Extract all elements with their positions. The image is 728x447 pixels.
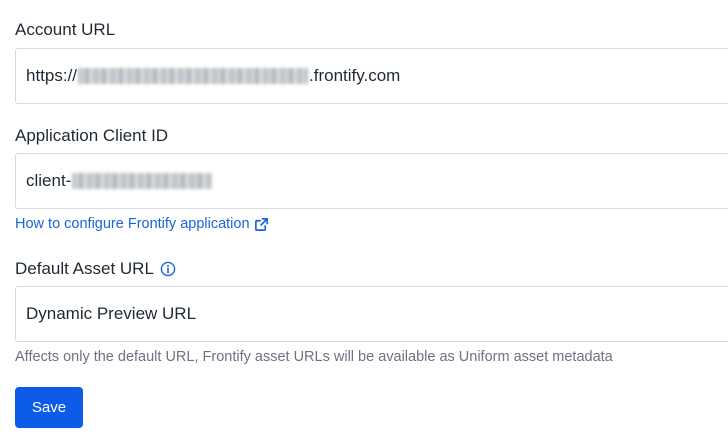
- account-url-suffix: .frontify.com: [309, 66, 401, 85]
- configure-frontify-link[interactable]: How to configure Frontify application: [15, 214, 269, 234]
- client-id-input[interactable]: client-: [15, 153, 728, 209]
- default-asset-url-select[interactable]: Dynamic Preview URL: [15, 286, 728, 342]
- default-asset-url-helper: Affects only the default URL, Frontify a…: [15, 349, 613, 365]
- external-link-icon: [254, 217, 269, 232]
- configure-frontify-link-text: How to configure Frontify application: [15, 216, 250, 232]
- settings-form: Account URL https:// .frontify.com Appli…: [0, 0, 728, 447]
- account-url-input[interactable]: https:// .frontify.com: [15, 48, 728, 104]
- redacted-text: [72, 173, 213, 189]
- info-icon[interactable]: [160, 261, 176, 277]
- client-id-prefix: client-: [26, 171, 72, 190]
- account-url-prefix: https://: [26, 66, 78, 85]
- redacted-text: [78, 68, 309, 84]
- save-button[interactable]: Save: [15, 387, 83, 428]
- default-asset-url-value: Dynamic Preview URL: [26, 304, 197, 323]
- account-url-label: Account URL: [15, 20, 116, 39]
- default-asset-url-label: Default Asset URL: [15, 258, 176, 280]
- client-id-label: Application Client ID: [15, 126, 169, 145]
